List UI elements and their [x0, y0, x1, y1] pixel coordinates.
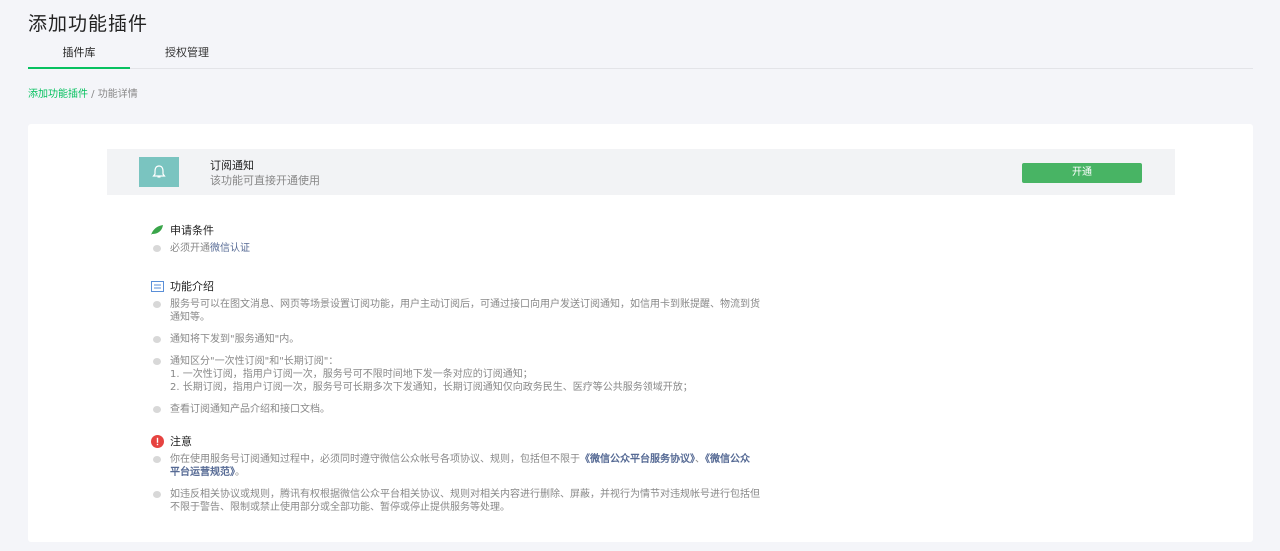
notice-title: 注意: [170, 435, 192, 448]
list-item: 必须开通微信认证: [150, 242, 250, 255]
page-header: 添加功能插件 插件库 授权管理 添加功能插件 / 功能详情: [0, 0, 1280, 112]
operation-rules-link-cont[interactable]: 平台运营规范》: [170, 467, 235, 478]
plugin-description: 该功能可直接开通使用: [210, 174, 320, 187]
plugin-detail-card: 订阅通知 该功能可直接开通使用 开通 申请条件 必须开通微信认证 功能介绍 服务…: [28, 124, 1253, 542]
plugin-name: 订阅通知: [210, 159, 254, 172]
open-button[interactable]: 开通: [1022, 163, 1142, 183]
service-agreement-link[interactable]: 《微信公众平台服务协议》: [580, 454, 695, 465]
leaf-icon: [150, 223, 164, 237]
warning-icon: [150, 434, 164, 448]
operation-rules-link[interactable]: 《微信公众: [705, 454, 750, 465]
list-item: 你在使用服务号订阅通知过程中，必须同时遵守微信公众帐号各项协议、规则，包括但不限…: [150, 453, 760, 479]
tab-bar: 插件库 授权管理: [28, 42, 1253, 69]
breadcrumb-link-add-plugin[interactable]: 添加功能插件: [28, 89, 88, 100]
list-item: 通知区分"一次性订阅"和"长期订阅"： 1. 一次性订阅，指用户订阅一次，服务号…: [150, 355, 760, 394]
breadcrumb: 添加功能插件 / 功能详情: [28, 85, 138, 100]
tab-plugin-library[interactable]: 插件库: [28, 42, 130, 69]
intro-title: 功能介绍: [170, 280, 214, 293]
wechat-certification-link[interactable]: 微信认证: [210, 243, 250, 254]
notice-section: 注意 你在使用服务号订阅通知过程中，必须同时遵守微信公众帐号各项协议、规则，包括…: [150, 433, 760, 514]
list-item: 查看订阅通知产品介绍和接口文档。: [150, 403, 760, 416]
breadcrumb-current: 功能详情: [97, 89, 138, 100]
plugin-summary-bar: 订阅通知 该功能可直接开通使用 开通: [107, 149, 1175, 195]
list-item: 服务号可以在图文消息、网页等场景设置订阅功能，用户主动订阅后，可通过接口向用户发…: [150, 298, 760, 324]
bell-icon: [139, 157, 179, 187]
conditions-section: 申请条件 必须开通微信认证: [150, 222, 250, 255]
list-item: 通知将下发到"服务通知"内。: [150, 333, 760, 346]
intro-section: 功能介绍 服务号可以在图文消息、网页等场景设置订阅功能，用户主动订阅后，可通过接…: [150, 278, 760, 416]
list-item: 如违反相关协议或规则，腾讯有权根据微信公众平台相关协议、规则对相关内容进行删除、…: [150, 488, 760, 514]
document-icon: [150, 279, 164, 293]
page-title: 添加功能插件: [28, 13, 149, 35]
tab-authorization-management[interactable]: 授权管理: [148, 42, 226, 69]
conditions-title: 申请条件: [170, 224, 214, 237]
breadcrumb-separator: /: [88, 89, 98, 100]
